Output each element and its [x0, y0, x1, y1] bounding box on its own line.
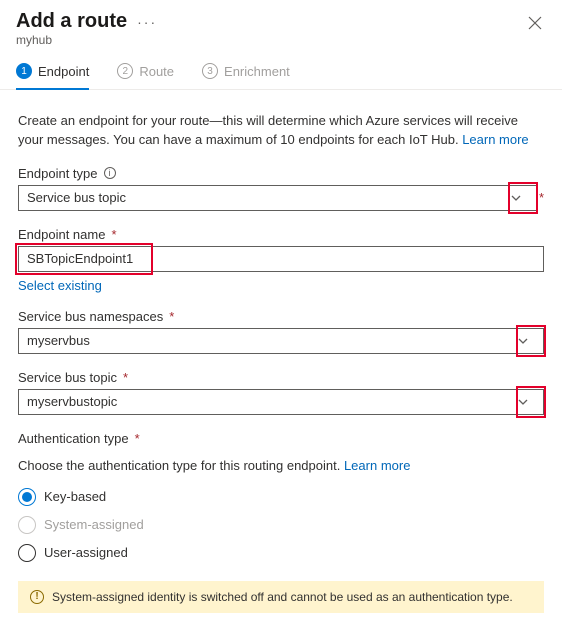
endpoint-type-select[interactable]: Service bus topic	[18, 185, 537, 211]
warning-banner: ! System-assigned identity is switched o…	[18, 581, 544, 613]
chevron-down-icon	[504, 193, 528, 203]
step-route[interactable]: 2 Route	[117, 63, 174, 89]
step-label: Endpoint	[38, 64, 89, 79]
radio-icon	[18, 488, 36, 506]
topic-value: myservbustopic	[27, 394, 117, 409]
learn-more-link[interactable]: Learn more	[462, 132, 528, 147]
topic-label: Service bus topic	[18, 370, 117, 385]
auth-radio-user-assigned[interactable]: User-assigned	[18, 539, 544, 567]
step-circle: 3	[202, 63, 218, 79]
namespace-select[interactable]: myservbus	[18, 328, 544, 354]
endpoint-type-label: Endpoint type	[18, 166, 98, 181]
namespace-value: myservbus	[27, 333, 90, 348]
endpoint-name-label: Endpoint name	[18, 227, 105, 242]
select-existing-link[interactable]: Select existing	[18, 278, 544, 293]
step-circle: 2	[117, 63, 133, 79]
step-circle: 1	[16, 63, 32, 79]
page-title: Add a route	[16, 10, 127, 33]
close-button[interactable]	[524, 12, 546, 38]
endpoint-type-value: Service bus topic	[27, 190, 126, 205]
auth-description: Choose the authentication type for this …	[18, 458, 544, 473]
step-label: Route	[139, 64, 174, 79]
step-label: Enrichment	[224, 64, 290, 79]
info-icon[interactable]: i	[104, 167, 116, 179]
close-icon	[528, 16, 542, 30]
radio-icon	[18, 544, 36, 562]
more-actions-button[interactable]: ···	[137, 14, 157, 30]
warning-icon: !	[30, 590, 44, 604]
hub-name: myhub	[16, 33, 546, 47]
radio-label: System-assigned	[44, 517, 144, 532]
auth-radio-system-assigned: System-assigned	[18, 511, 544, 539]
radio-label: Key-based	[44, 489, 106, 504]
endpoint-name-input[interactable]	[18, 246, 544, 272]
auth-radio-key-based[interactable]: Key-based	[18, 483, 544, 511]
intro-text: Create an endpoint for your route—this w…	[18, 112, 544, 150]
step-endpoint[interactable]: 1 Endpoint	[16, 63, 89, 89]
namespace-label: Service bus namespaces	[18, 309, 163, 324]
wizard-steps: 1 Endpoint 2 Route 3 Enrichment	[0, 53, 562, 90]
chevron-down-icon	[511, 397, 535, 407]
warning-text: System-assigned identity is switched off…	[52, 590, 513, 604]
radio-icon	[18, 516, 36, 534]
auth-learn-more-link[interactable]: Learn more	[344, 458, 410, 473]
radio-label: User-assigned	[44, 545, 128, 560]
chevron-down-icon	[511, 336, 535, 346]
topic-select[interactable]: myservbustopic	[18, 389, 544, 415]
auth-type-label: Authentication type	[18, 431, 129, 446]
step-enrichment[interactable]: 3 Enrichment	[202, 63, 290, 89]
